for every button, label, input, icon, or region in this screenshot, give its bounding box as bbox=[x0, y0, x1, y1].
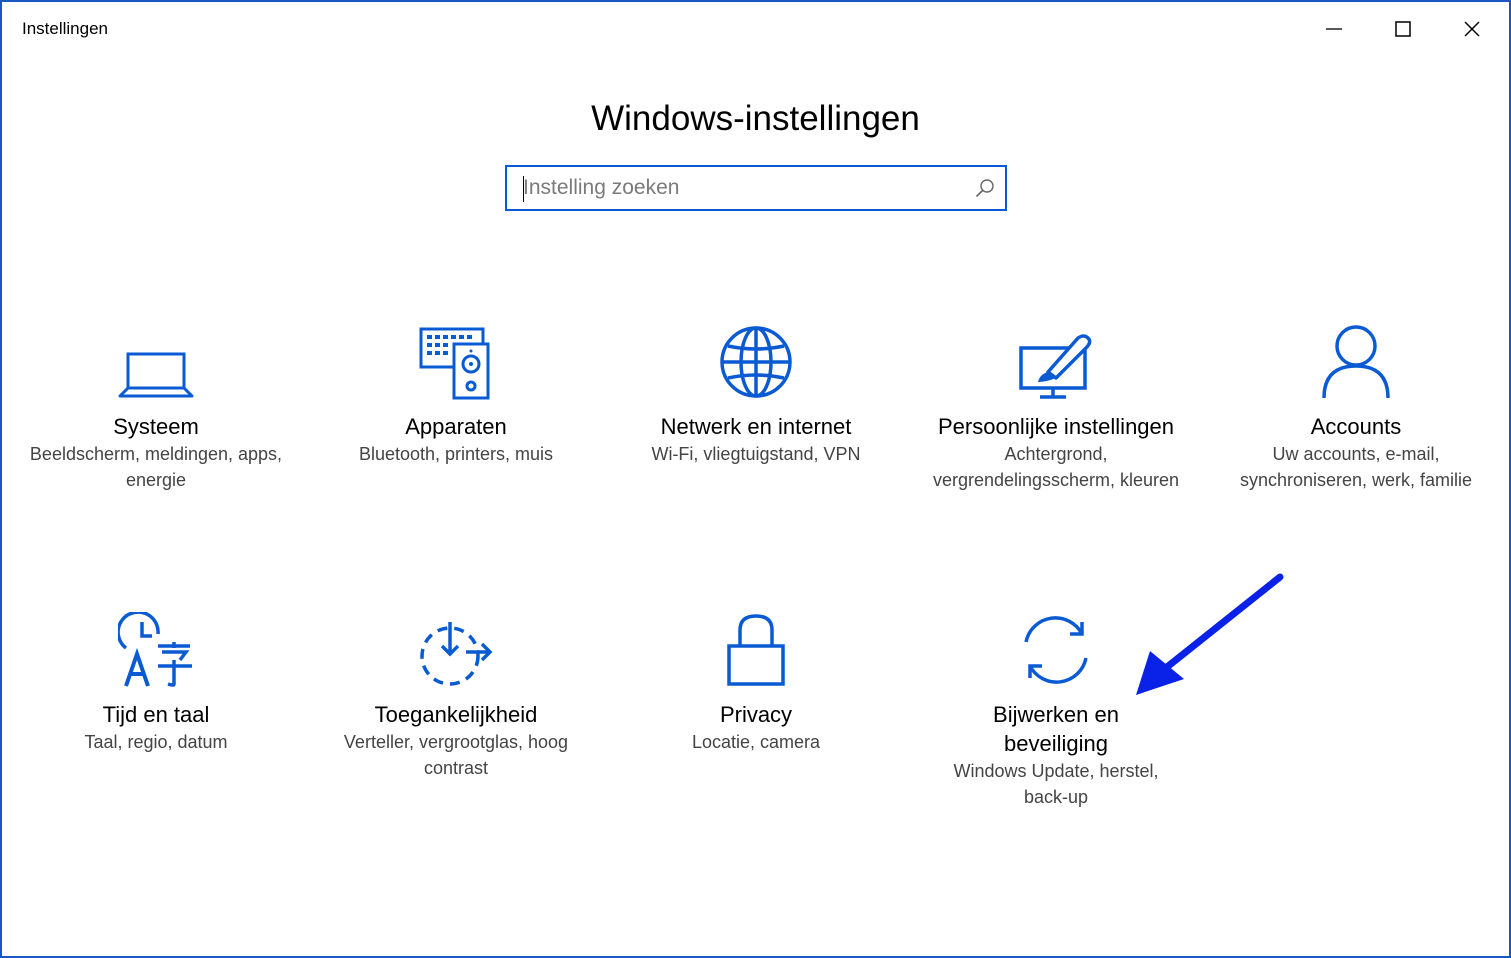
tile-persoonlijke-instellingen[interactable]: Persoonlijke instellingen Achtergrond, v… bbox=[906, 320, 1206, 493]
maximize-icon bbox=[1395, 21, 1411, 37]
tile-description: Beeldscherm, meldingen, apps, energie bbox=[29, 444, 283, 490]
tile-description: Locatie, camera bbox=[691, 732, 821, 752]
tile-netwerk-en-internet[interactable]: Netwerk en internet Wi-Fi, vliegtuigstan… bbox=[606, 320, 906, 467]
tile-toegankelijkheid[interactable]: Toegankelijkheid Verteller, vergrootglas… bbox=[306, 608, 606, 781]
search-box[interactable] bbox=[505, 165, 1007, 211]
maximize-button[interactable] bbox=[1369, 2, 1437, 56]
tile-label: Privacy bbox=[719, 702, 793, 727]
tile-description: Achtergrond, vergrendelingsscherm, kleur… bbox=[932, 444, 1180, 490]
tile-accounts[interactable]: Accounts Uw accounts, e-mail, synchronis… bbox=[1206, 320, 1506, 493]
time-language-icon bbox=[118, 612, 192, 687]
tile-label: Systeem bbox=[113, 414, 199, 439]
search-input[interactable] bbox=[523, 167, 963, 209]
tile-systeem[interactable]: Systeem Beeldscherm, meldingen, apps, en… bbox=[6, 320, 306, 493]
minimize-button[interactable] bbox=[1300, 2, 1368, 56]
sync-icon bbox=[1024, 616, 1088, 684]
tile-label: Accounts bbox=[1310, 414, 1402, 439]
tile-label: Toegankelijkheid bbox=[374, 702, 538, 727]
close-button[interactable] bbox=[1438, 2, 1506, 56]
title-bar[interactable]: Instellingen bbox=[2, 2, 1509, 56]
ease-of-access-icon bbox=[420, 622, 493, 686]
tile-description: Windows Update, herstel, back-up bbox=[953, 761, 1159, 807]
tile-description: Bluetooth, printers, muis bbox=[358, 444, 554, 464]
close-icon bbox=[1464, 21, 1480, 37]
app-title: Instellingen bbox=[22, 19, 109, 38]
page-title: Windows-instellingen bbox=[591, 99, 920, 139]
settings-window: Instellingen Windows-instellingen Systee… bbox=[0, 0, 1511, 958]
tile-description: Wi-Fi, vliegtuigstand, VPN bbox=[651, 444, 861, 464]
tile-description: Verteller, vergrootglas, hoog contrast bbox=[343, 732, 569, 778]
annotation-arrow-icon bbox=[1136, 573, 1284, 695]
tile-label: Bijwerken en beveiliging bbox=[993, 702, 1119, 756]
personalization-icon bbox=[1019, 334, 1092, 399]
globe-icon bbox=[720, 326, 792, 398]
search-icon[interactable] bbox=[975, 178, 995, 198]
tile-tijd-en-taal[interactable]: Tijd en taal Taal, regio, datum bbox=[6, 608, 306, 755]
tile-description: Uw accounts, e-mail, synchroniseren, wer… bbox=[1239, 444, 1473, 490]
tile-label: Netwerk en internet bbox=[660, 414, 852, 439]
tile-apparaten[interactable]: Apparaten Bluetooth, printers, muis bbox=[306, 320, 606, 467]
tile-label: Apparaten bbox=[405, 414, 507, 439]
tile-label: Persoonlijke instellingen bbox=[937, 414, 1175, 439]
lock-icon bbox=[727, 614, 785, 686]
laptop-icon bbox=[118, 352, 194, 398]
person-icon bbox=[1322, 325, 1390, 399]
tile-description: Taal, regio, datum bbox=[84, 732, 228, 752]
devices-icon bbox=[419, 327, 490, 400]
minimize-icon bbox=[1326, 28, 1342, 30]
tile-label: Tijd en taal bbox=[102, 702, 210, 727]
tile-privacy[interactable]: Privacy Locatie, camera bbox=[606, 608, 906, 755]
